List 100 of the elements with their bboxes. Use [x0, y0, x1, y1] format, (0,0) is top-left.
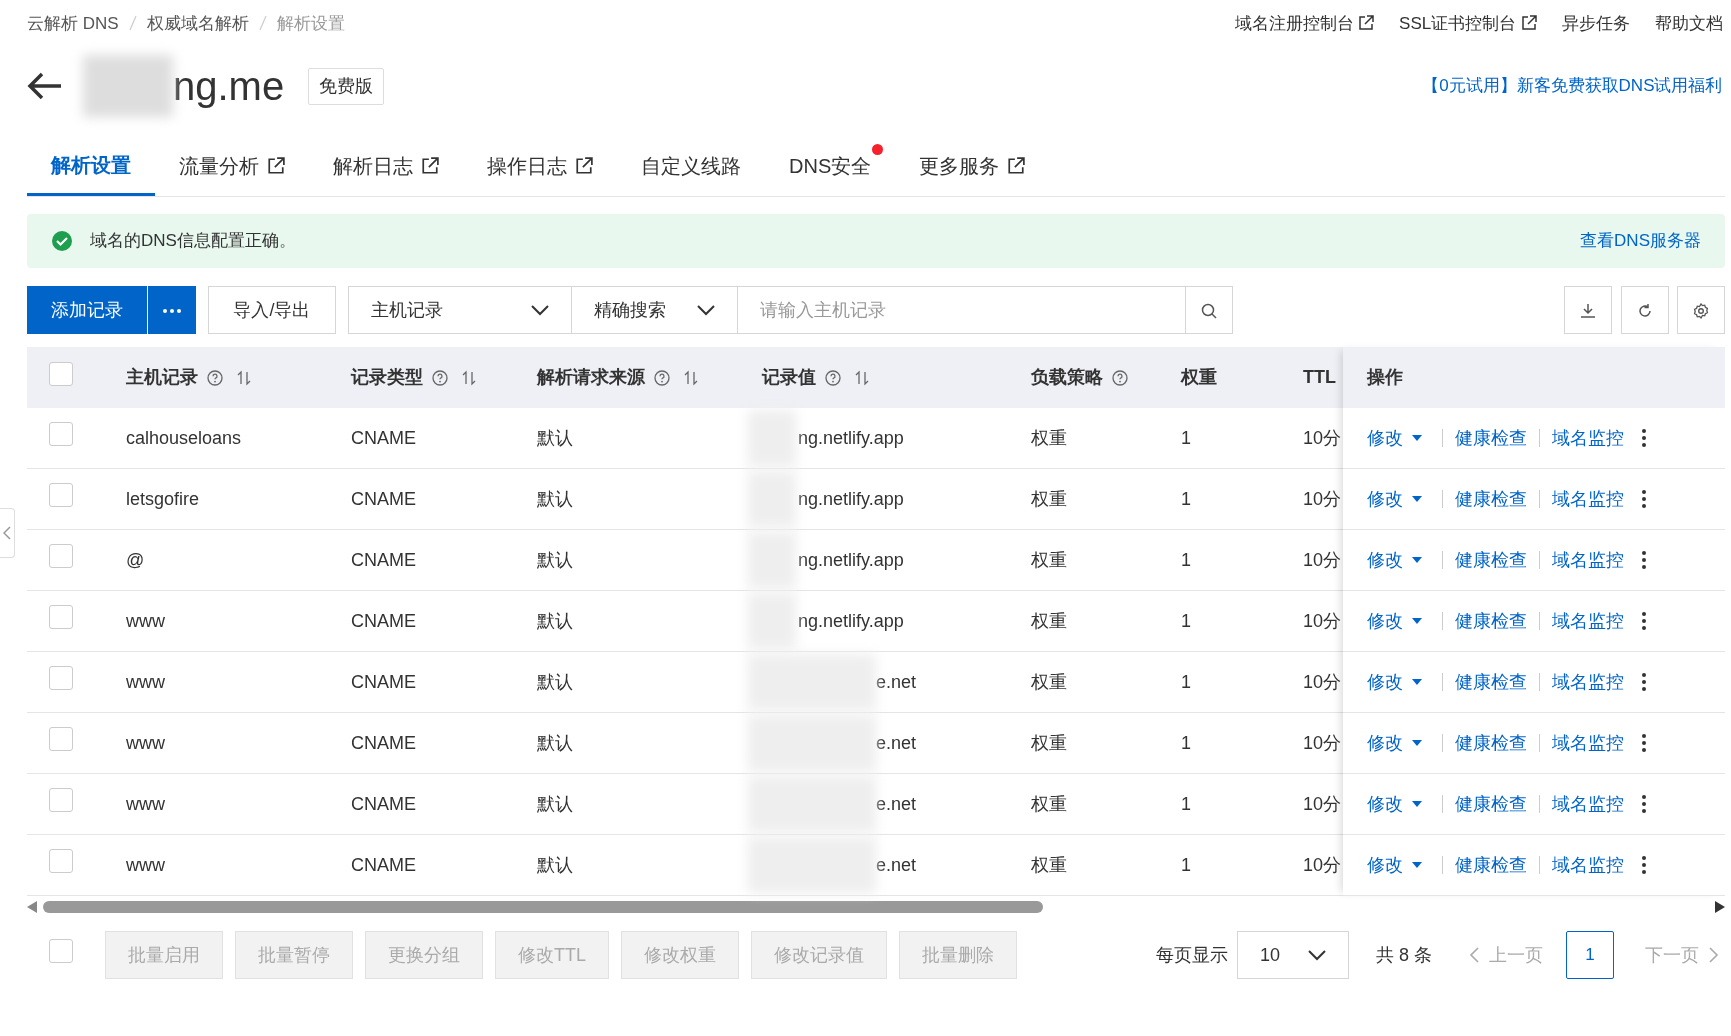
search-button[interactable]: [1186, 286, 1233, 334]
checkbox[interactable]: [49, 361, 73, 386]
host-cell-text: www: [126, 731, 166, 755]
kebab-icon: [1641, 612, 1646, 630]
checkbox[interactable]: [49, 727, 73, 751]
tab[interactable]: 操作日志: [463, 136, 617, 196]
tab[interactable]: DNS安全: [765, 136, 896, 196]
kebab-icon: [1641, 673, 1646, 691]
caret-down-icon: [1411, 801, 1422, 807]
weight-cell-text: 1: [1181, 548, 1192, 572]
scrollbar-thumb[interactable]: [43, 901, 1043, 913]
scroll-right-icon[interactable]: [1715, 901, 1725, 913]
action-link[interactable]: 域名监控: [1551, 790, 1624, 818]
search-field[interactable]: 请输入主机记录: [738, 286, 1186, 334]
edit-dropdown-link[interactable]: 修改: [1367, 668, 1422, 696]
import-export-button[interactable]: 导入/导出: [208, 286, 336, 334]
checkbox[interactable]: [49, 666, 73, 690]
action-link[interactable]: 健康检查: [1454, 851, 1527, 879]
tab[interactable]: 自定义线路: [617, 136, 765, 196]
edit-dropdown-link[interactable]: 修改: [1367, 546, 1422, 574]
download-button[interactable]: [1564, 286, 1612, 334]
column-header[interactable]: 记录类型: [351, 364, 476, 391]
action-link[interactable]: 域名监控: [1551, 729, 1624, 757]
edit-dropdown-link[interactable]: 修改: [1367, 851, 1422, 879]
sidebar-toggle[interactable]: [0, 508, 15, 558]
back-arrow-icon[interactable]: [27, 72, 63, 100]
column-header[interactable]: 记录值: [762, 364, 869, 391]
checkbox[interactable]: [49, 605, 73, 629]
column-header: TTL: [1303, 366, 1336, 389]
edit-dropdown-link[interactable]: 修改: [1367, 485, 1422, 513]
source-cell-text: 默认: [537, 426, 574, 450]
refresh-button[interactable]: [1620, 286, 1669, 334]
action-link[interactable]: 域名监控: [1551, 424, 1624, 452]
source-cell-text: 默认: [537, 487, 574, 511]
tab[interactable]: 更多服务: [895, 136, 1050, 196]
promo-link[interactable]: 【0元试用】新客免费获取DNS试用福利: [1422, 73, 1723, 99]
action-link[interactable]: 健康检查: [1454, 790, 1527, 818]
page-button[interactable]: 1: [1566, 931, 1614, 979]
action-link[interactable]: 域名监控: [1551, 546, 1624, 574]
tab[interactable]: 解析设置: [27, 136, 155, 196]
sort-icon: [237, 369, 251, 386]
tab[interactable]: 解析日志: [309, 136, 463, 196]
kebab-icon: [1641, 429, 1646, 447]
settings-button[interactable]: [1677, 286, 1725, 334]
checkbox[interactable]: [49, 544, 73, 568]
action-link[interactable]: 健康检查: [1454, 424, 1527, 452]
action-link[interactable]: 域名监控: [1551, 485, 1624, 513]
checkbox[interactable]: [49, 939, 73, 964]
strategy-cell-text: 权重: [1031, 853, 1068, 877]
checkbox[interactable]: [49, 849, 73, 873]
sort-icon: [855, 369, 869, 386]
action-link[interactable]: 域名监控: [1551, 668, 1624, 696]
action-link[interactable]: 域名监控: [1551, 851, 1624, 879]
page-size-select[interactable]: 10: [1237, 931, 1349, 979]
dns-servers-link[interactable]: 查看DNS服务器: [1580, 228, 1701, 254]
tab[interactable]: 流量分析: [155, 136, 309, 196]
ttl-cell: 10分: [1303, 671, 1342, 692]
edit-dropdown-link[interactable]: 修改: [1367, 424, 1422, 452]
breadcrumb-link[interactable]: 云解析 DNS: [27, 10, 119, 36]
edit-dropdown-link[interactable]: 修改: [1367, 790, 1422, 818]
check-circle-icon: [51, 230, 73, 252]
checkbox[interactable]: [49, 483, 73, 507]
action-link[interactable]: 健康检查: [1454, 668, 1527, 696]
column-header[interactable]: 解析请求来源: [537, 364, 698, 391]
scroll-left-icon[interactable]: [27, 901, 37, 913]
type-cell-text: CNAME: [351, 731, 417, 755]
value-cell-text: e.net: [876, 731, 917, 755]
host-cell-text: www: [126, 853, 166, 877]
refresh-icon: [1636, 302, 1653, 319]
type-cell-text: CNAME: [351, 670, 417, 694]
action-link[interactable]: 域名监控: [1551, 607, 1624, 635]
strategy-cell-text: 权重: [1031, 609, 1068, 633]
caret-down-icon: [1411, 740, 1422, 746]
column-header[interactable]: 主机记录: [126, 364, 251, 391]
total-count: 共 8 条: [1376, 943, 1432, 967]
weight-cell-text: 1: [1181, 487, 1192, 511]
host-cell-text: www: [126, 670, 166, 694]
breadcrumb-link[interactable]: 权威域名解析: [146, 10, 249, 36]
top-link[interactable]: 域名注册控制台: [1234, 10, 1375, 36]
top-link[interactable]: 异步任务: [1561, 10, 1630, 36]
search-mode-select[interactable]: 精确搜索: [572, 286, 738, 334]
ttl-cell: 10分: [1303, 854, 1342, 875]
action-link[interactable]: 健康检查: [1454, 729, 1527, 757]
chevron-left-icon: [1469, 947, 1479, 963]
action-link[interactable]: 健康检查: [1454, 546, 1527, 574]
chevron-left-icon: [3, 526, 11, 540]
edit-dropdown-link[interactable]: 修改: [1367, 729, 1422, 757]
filter-field-select[interactable]: 主机记录: [348, 286, 572, 334]
checkbox[interactable]: [49, 422, 73, 446]
action-link[interactable]: 健康检查: [1454, 607, 1527, 635]
source-cell-text: 默认: [537, 548, 574, 572]
more-button[interactable]: [148, 286, 196, 334]
checkbox[interactable]: [49, 788, 73, 812]
add-record-button[interactable]: 添加记录: [27, 286, 147, 334]
download-icon: [1580, 302, 1596, 319]
action-link[interactable]: 健康检查: [1454, 485, 1527, 513]
top-link[interactable]: SSL证书控制台: [1399, 10, 1537, 36]
help-icon: [206, 369, 223, 386]
edit-dropdown-link[interactable]: 修改: [1367, 607, 1422, 635]
top-link[interactable]: 帮助文档: [1654, 10, 1723, 36]
